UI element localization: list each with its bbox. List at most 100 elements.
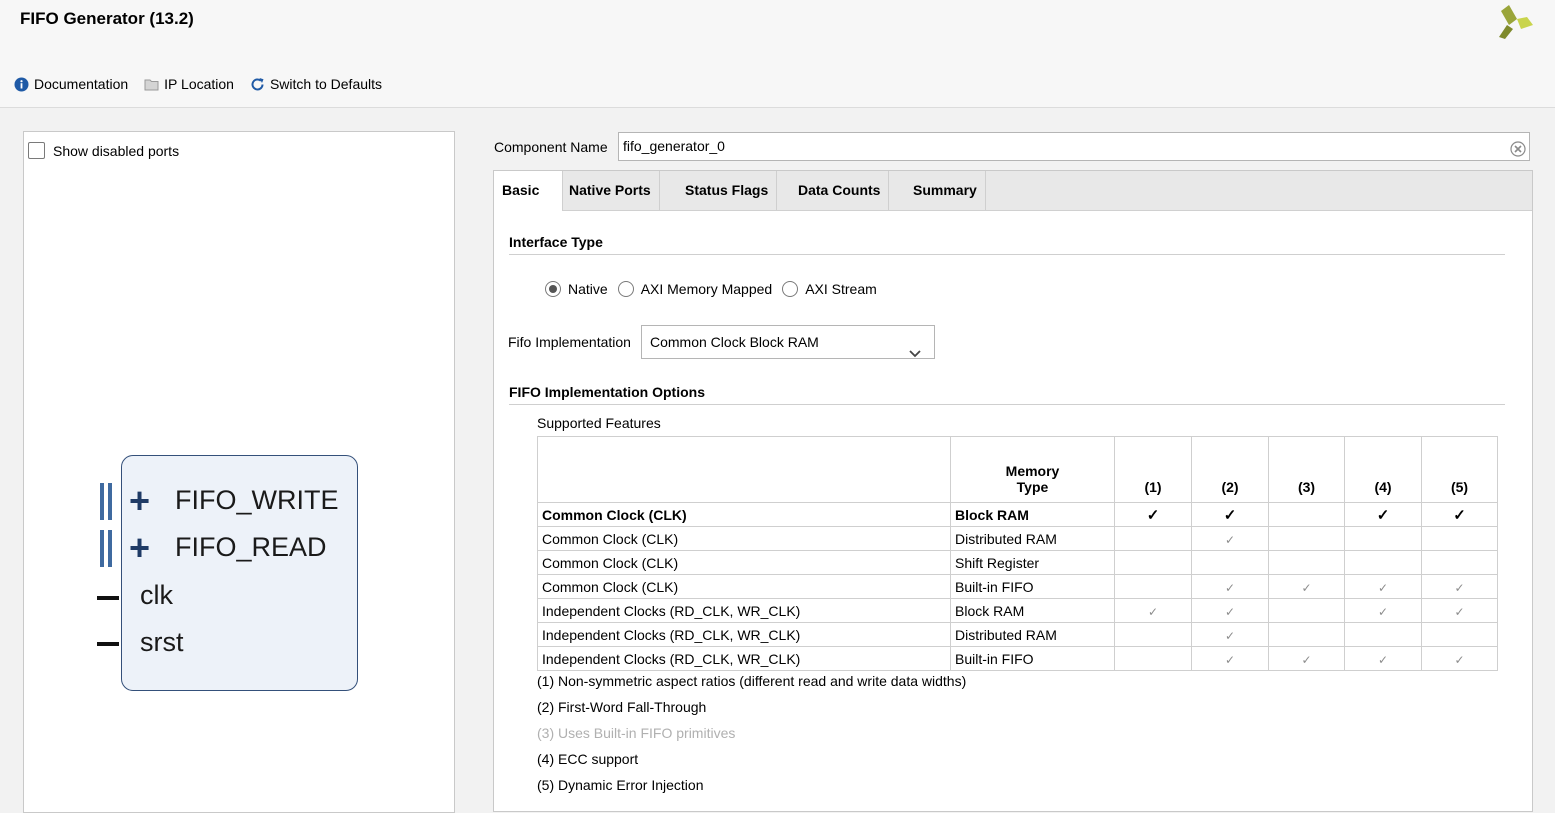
cell-feature-1: ✓ [1114, 598, 1192, 623]
radio-axi-stream-label: AXI Stream [805, 281, 877, 297]
checkmark-icon: ✓ [1454, 604, 1465, 619]
component-name-value: fifo_generator_0 [623, 138, 725, 154]
checkmark-icon: ✓ [1376, 506, 1390, 524]
show-disabled-ports-checkbox[interactable]: Show disabled ports [28, 142, 179, 159]
radio-axi-stream[interactable]: AXI Stream [782, 281, 877, 297]
cell-feature-4: ✓ [1344, 598, 1422, 623]
cell-clock: Independent Clocks (RD_CLK, WR_CLK) [537, 646, 951, 671]
toolbar: Documentation IP Location Switch to Defa… [14, 74, 398, 94]
port-fifo-read: FIFO_READ [175, 532, 327, 562]
documentation-label: Documentation [34, 76, 129, 92]
cell-memory-type: Built-in FIFO [950, 646, 1115, 671]
checkmark-icon: ✓ [1301, 652, 1312, 667]
tab-basic[interactable]: Basic [494, 171, 563, 211]
cell-feature-4: ✓ [1344, 646, 1422, 671]
cell-feature-3: ✓ [1268, 646, 1345, 671]
cell-feature-3 [1268, 622, 1345, 647]
cell-feature-2 [1191, 550, 1269, 575]
cell-feature-3 [1268, 550, 1345, 575]
checkmark-icon: ✓ [1224, 628, 1236, 643]
radio-native-circle[interactable] [545, 281, 561, 297]
checkbox-box[interactable] [28, 142, 45, 159]
component-name-input[interactable]: fifo_generator_0 [618, 132, 1530, 161]
fifo-implementation-label: Fifo Implementation [508, 334, 631, 350]
checkmark-icon: ✓ [1224, 604, 1236, 619]
tab-native-ports[interactable]: Native Ports [561, 171, 660, 210]
checkmark-icon: ✓ [1147, 604, 1159, 619]
clear-icon[interactable] [1510, 139, 1526, 166]
checkmark-icon: ✓ [1224, 580, 1236, 595]
show-disabled-ports-label: Show disabled ports [53, 142, 180, 159]
feature-notes: (1) Non-symmetric aspect ratios (differe… [537, 672, 966, 802]
cell-feature-2: ✓ [1191, 526, 1269, 551]
cell-feature-1 [1114, 646, 1192, 671]
cell-feature-3 [1268, 526, 1345, 551]
refresh-icon [250, 77, 265, 92]
table-row: Independent Clocks (RD_CLK, WR_CLK) Distr… [537, 622, 1498, 647]
cell-feature-5: ✓ [1421, 574, 1498, 599]
radio-axi-memory-mapped[interactable]: AXI Memory Mapped [617, 281, 772, 297]
cell-memory-type: Distributed RAM [950, 622, 1115, 647]
info-icon [14, 77, 29, 92]
table-row: Common Clock (CLK) Block RAM ✓ ✓ ✓ ✓ [537, 502, 1498, 527]
bus-bar-write-b [108, 483, 112, 520]
supported-features-table: Memory Type (1) (2) (3) (4) (5) Common Cl… [537, 436, 1498, 671]
folder-icon [144, 78, 159, 91]
header: FIFO Generator (13.2) Documentation IP L… [0, 0, 1555, 108]
tab-summary[interactable]: Summary [905, 171, 986, 210]
cell-feature-2: ✓ [1191, 598, 1269, 623]
radio-native-label: Native [568, 281, 608, 297]
switch-to-defaults-button[interactable]: Switch to Defaults [250, 76, 382, 92]
cell-memory-type: Block RAM [950, 502, 1115, 527]
table-row: Independent Clocks (RD_CLK, WR_CLK) Block… [537, 598, 1498, 623]
checkmark-icon: ✓ [1454, 580, 1465, 595]
cell-clock: Independent Clocks (RD_CLK, WR_CLK) [537, 622, 951, 647]
ip-location-label: IP Location [164, 76, 234, 92]
port-srst: srst [140, 627, 184, 657]
table-row: Independent Clocks (RD_CLK, WR_CLK) Built… [537, 646, 1498, 671]
cell-feature-3 [1268, 502, 1345, 527]
checkmark-icon: ✓ [1224, 532, 1236, 547]
cell-clock: Common Clock (CLK) [537, 502, 951, 527]
expand-fifo-read-icon[interactable]: + [129, 530, 150, 566]
cell-feature-4: ✓ [1344, 574, 1422, 599]
cell-feature-4 [1344, 526, 1422, 551]
checkmark-icon: ✓ [1377, 580, 1389, 595]
header-col-2: (2) [1191, 436, 1269, 503]
checkmark-icon: ✓ [1301, 580, 1312, 595]
radio-native[interactable]: Native [545, 281, 608, 297]
section-divider [509, 404, 1505, 405]
cell-feature-2: ✓ [1191, 646, 1269, 671]
radio-axi-stream-circle[interactable] [782, 281, 799, 297]
documentation-button[interactable]: Documentation [14, 76, 128, 92]
cell-feature-5: ✓ [1421, 502, 1498, 527]
cell-clock: Common Clock (CLK) [537, 526, 951, 551]
header-memory-line2: Type [1016, 479, 1049, 495]
cell-feature-5 [1421, 550, 1498, 575]
chevron-down-icon[interactable] [909, 337, 921, 369]
radio-axi-mm-circle[interactable] [617, 281, 634, 297]
header-col-4: (4) [1344, 436, 1422, 503]
ip-location-button[interactable]: IP Location [144, 76, 234, 92]
window-title: FIFO Generator (13.2) [20, 9, 194, 28]
feature-note: (2) First-Word Fall-Through [537, 699, 707, 715]
fifo-implementation-value: Common Clock Block RAM [650, 334, 819, 350]
bus-bar-write-a [100, 483, 104, 520]
expand-fifo-write-icon[interactable]: + [129, 483, 150, 519]
component-name-label: Component Name [494, 139, 608, 155]
table-header-row: Memory Type (1) (2) (3) (4) (5) [537, 436, 1498, 503]
checkmark-icon: ✓ [1224, 652, 1236, 667]
cell-feature-1 [1114, 574, 1192, 599]
feature-note: (4) ECC support [537, 751, 639, 767]
table-row: Common Clock (CLK) Built-in FIFO ✓ ✓ ✓ ✓ [537, 574, 1498, 599]
tab-data-counts[interactable]: Data Counts [790, 171, 890, 210]
tab-status-flags[interactable]: Status Flags [677, 171, 778, 210]
fifo-implementation-select[interactable]: Common Clock Block RAM [641, 325, 935, 359]
table-row: Common Clock (CLK) Shift Register [537, 550, 1498, 575]
cell-feature-2: ✓ [1191, 622, 1269, 647]
cell-feature-1 [1114, 622, 1192, 647]
cell-feature-3: ✓ [1268, 574, 1345, 599]
cell-feature-3 [1268, 598, 1345, 623]
tab-bar: Basic Native Ports Status Flags Data Cou… [494, 171, 1532, 211]
cell-feature-4 [1344, 550, 1422, 575]
